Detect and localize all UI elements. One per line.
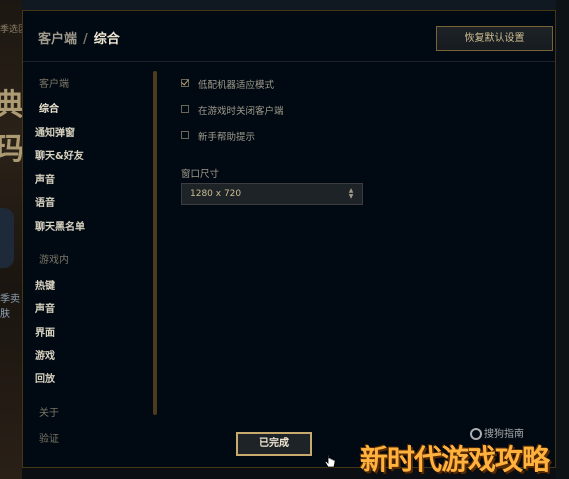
sidebar-item-general[interactable]: 综合: [39, 100, 59, 115]
background-right-strip: [556, 0, 569, 479]
sidebar-item-replays[interactable]: 回放: [35, 370, 55, 385]
sidebar-item-game[interactable]: 游戏: [35, 347, 55, 362]
sidebar-item-sound[interactable]: 声音: [35, 171, 55, 186]
breadcrumb: 客户端 / 综合: [38, 28, 120, 47]
sidebar-scrollbar[interactable]: [153, 71, 157, 415]
settings-dialog: 客户端 / 综合 恢复默认设置 客户端 综合 通知弹窗 聊天&好友 声音 语音 聊天…: [22, 10, 556, 468]
breadcrumb-parent[interactable]: 客户端: [38, 32, 77, 47]
close-client-ingame-checkbox[interactable]: [181, 105, 189, 113]
watermark-text: 新时代游戏攻略: [360, 443, 550, 476]
sidebar-section-ingame: 游戏内: [39, 255, 69, 266]
sidebar-section-client: 客户端: [39, 79, 69, 90]
sidebar-section-about: 关于: [39, 408, 59, 419]
sidebar-item-chat-blacklist[interactable]: 聊天黑名单: [35, 218, 85, 233]
background-title-text: 典玛: [0, 88, 24, 167]
sidebar-item-notifications[interactable]: 通知弹窗: [35, 124, 75, 139]
background-top-strip: [22, 0, 556, 10]
sidebar-item-hotkeys[interactable]: 热键: [35, 277, 55, 292]
breadcrumb-separator: /: [83, 32, 88, 47]
background-left-strip: 季选区 典玛 季卖肤: [0, 0, 27, 479]
low-spec-mode-label: 低配机器适应模式: [198, 80, 275, 91]
done-button[interactable]: 已完成: [236, 432, 312, 456]
low-spec-mode-checkbox[interactable]: [181, 79, 189, 87]
sidebar-item-chat-friends[interactable]: 聊天&好友: [35, 147, 84, 162]
newbie-tips-option[interactable]: 新手帮助提示: [181, 129, 255, 143]
sidebar-item-interface[interactable]: 界面: [35, 324, 55, 339]
close-client-ingame-option[interactable]: 在游戏时关闭客户端: [181, 103, 284, 117]
close-client-ingame-label: 在游戏时关闭客户端: [198, 106, 284, 117]
newbie-tips-label: 新手帮助提示: [198, 132, 256, 143]
restore-defaults-button[interactable]: 恢复默认设置: [436, 26, 553, 51]
sidebar-item-ingame-sound[interactable]: 声音: [35, 300, 55, 315]
sidebar-item-voice[interactable]: 语音: [35, 194, 55, 209]
window-size-select[interactable]: 1280 x 720 ▲ ▼: [181, 183, 363, 205]
settings-content: 低配机器适应模式 在游戏时关闭客户端 新手帮助提示 窗口尺寸 1280 x 72…: [178, 71, 548, 371]
window-size-value: 1280 x 720: [190, 189, 242, 199]
breadcrumb-current: 综合: [93, 32, 120, 47]
low-spec-mode-option[interactable]: 低配机器适应模式: [181, 77, 274, 91]
background-badge: [0, 208, 14, 268]
chevron-updown-icon: ▲ ▼: [348, 187, 354, 200]
hand-cursor-icon: [324, 454, 336, 468]
window-size-label: 窗口尺寸: [181, 169, 220, 180]
settings-sidebar: 客户端 综合 通知弹窗 聊天&好友 声音 语音 聊天黑名单 游戏内 热键 声音 …: [23, 71, 153, 445]
sidebar-item-verification[interactable]: 验证: [39, 430, 59, 445]
newbie-tips-checkbox[interactable]: [181, 131, 189, 139]
background-text: 季卖肤: [0, 294, 20, 320]
dialog-header: 客户端 / 综合 恢复默认设置: [23, 11, 555, 62]
